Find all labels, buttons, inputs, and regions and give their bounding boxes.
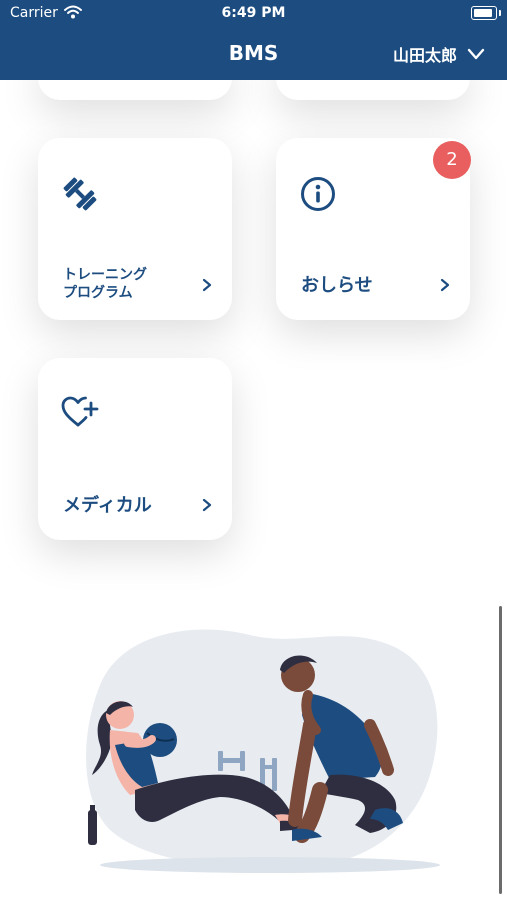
chevron-right-icon (202, 278, 212, 292)
chevron-right-icon (202, 498, 212, 512)
dumbbell-icon (63, 177, 97, 211)
water-bottle (88, 810, 97, 845)
user-name-overlay: 山田太郎 (392, 46, 457, 65)
notices-card[interactable]: 2 おしらせ (276, 138, 471, 320)
training-program-label: トレーニング プログラム (63, 266, 147, 302)
user-menu-button-overlay[interactable]: 山田太郎 (393, 42, 485, 66)
header-overlay: Carrier 6:49 PM BMS 山田太郎 (0, 0, 507, 80)
scroll-indicator[interactable] (499, 606, 502, 894)
training-label-line2: プログラム (63, 285, 133, 301)
training-program-card[interactable]: トレーニング プログラム (38, 138, 232, 320)
info-icon (301, 177, 335, 211)
training-label-line1: トレーニング (63, 267, 147, 283)
medical-label: メディカル (63, 495, 152, 516)
fitness-illustration (86, 629, 440, 873)
status-time-overlay: 6:49 PM (221, 5, 286, 21)
notices-label: おしらせ (301, 275, 373, 296)
battery-icon (471, 6, 501, 20)
medical-card[interactable]: メディカル (38, 358, 232, 540)
heart-plus-icon (61, 396, 99, 427)
notification-count-badge: 2 (433, 141, 471, 179)
chevron-down-icon (467, 48, 485, 60)
ground-shadow (100, 857, 440, 873)
chevron-right-icon (440, 278, 450, 292)
